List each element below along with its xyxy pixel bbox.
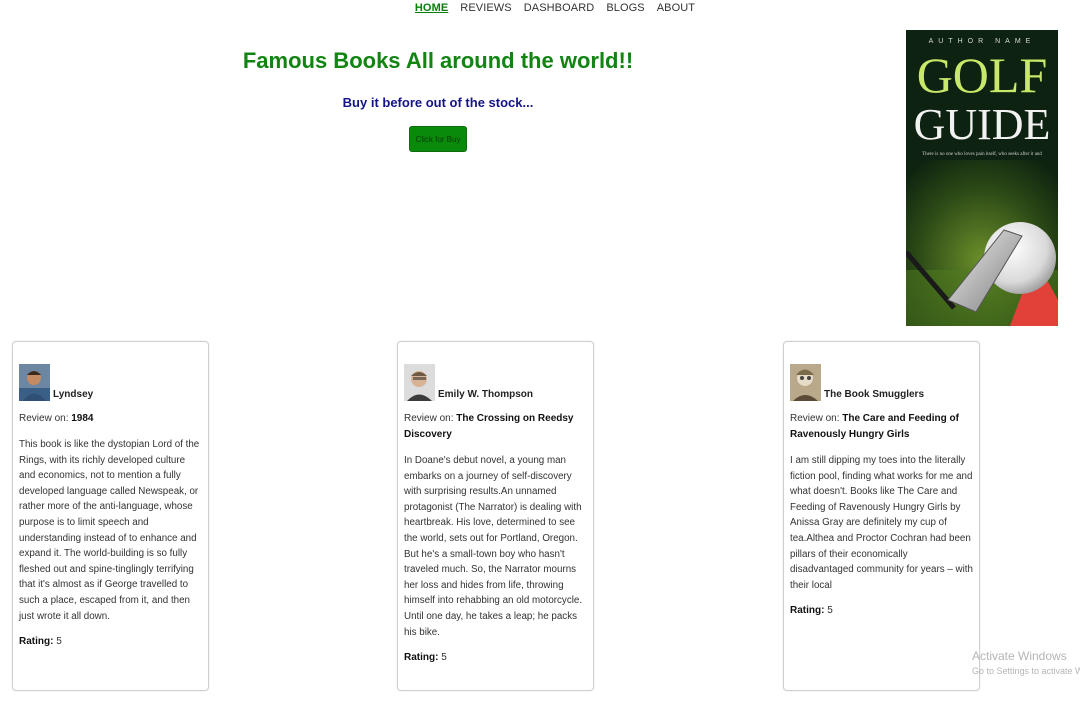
cover-title-line2: GUIDE [913,100,1051,149]
avatar [19,364,50,401]
rating: Rating: 5 [790,605,833,617]
nav-about-link[interactable]: ABOUT [657,0,695,18]
activate-windows-watermark: Activate Windows Go to Settings to activ… [972,648,1080,678]
top-nav: HOME REVIEWS DASHBOARD BLOGS ABOUT [0,0,1080,18]
review-text: This book is like the dystopian Lord of … [19,439,200,622]
nav-dashboard-link[interactable]: DASHBOARD [524,0,595,18]
review-on: Review on: The Care and Feeding of Raven… [790,413,959,440]
rating-value: 5 [827,605,833,617]
book-title: 1984 [71,413,94,424]
avatar [790,364,821,401]
review-text: I am still dipping my toes into the lite… [790,455,973,591]
review-card: The Book Smugglers Review on: The Care a… [783,341,980,691]
reviewer-name: Emily W. Thompson [438,389,534,400]
watermark-line2: Go to Settings to activate Windows. [972,666,1080,676]
nav-home-link[interactable]: HOME [415,0,448,18]
book-cover-image: AUTHOR NAME GOLF GUIDE There is no one w… [906,30,1058,326]
reviewer-name: The Book Smugglers [824,389,925,400]
review-text: In Doane's debut novel, a young man emba… [404,455,583,638]
card-header: Lyndsey [19,361,202,401]
card-header: The Book Smugglers [790,361,973,401]
reviewer-name: Lyndsey [53,389,94,400]
rating-value: 5 [56,636,62,648]
hero-title: Famous Books All around the world!! [242,48,634,73]
buy-button[interactable]: Click for Buy [409,126,467,152]
review-on: Review on: 1984 [19,413,94,424]
nav-blogs-link[interactable]: BLOGS [606,0,644,18]
cover-tagline: There is no one who loves pain itself, w… [922,152,1042,157]
rating: Rating: 5 [19,636,62,648]
rating: Rating: 5 [404,652,447,664]
review-on: Review on: The Crossing on Reedsy Discov… [404,413,574,440]
golf-club-ball-illustration [906,160,1058,326]
review-card: Lyndsey Review on: 1984 This book is lik… [12,341,209,691]
hero-subtitle: Buy it before out of the stock... [342,95,534,110]
review-card: Emily W. Thompson Review on: The Crossin… [397,341,594,691]
cover-author: AUTHOR NAME [928,38,1036,45]
avatar [404,364,435,401]
watermark-line1: Activate Windows [972,649,1067,663]
cover-title-line1: GOLF [916,47,1048,103]
card-header: Emily W. Thompson [404,361,587,401]
nav-reviews-link[interactable]: REVIEWS [460,0,511,18]
rating-value: 5 [441,652,447,664]
